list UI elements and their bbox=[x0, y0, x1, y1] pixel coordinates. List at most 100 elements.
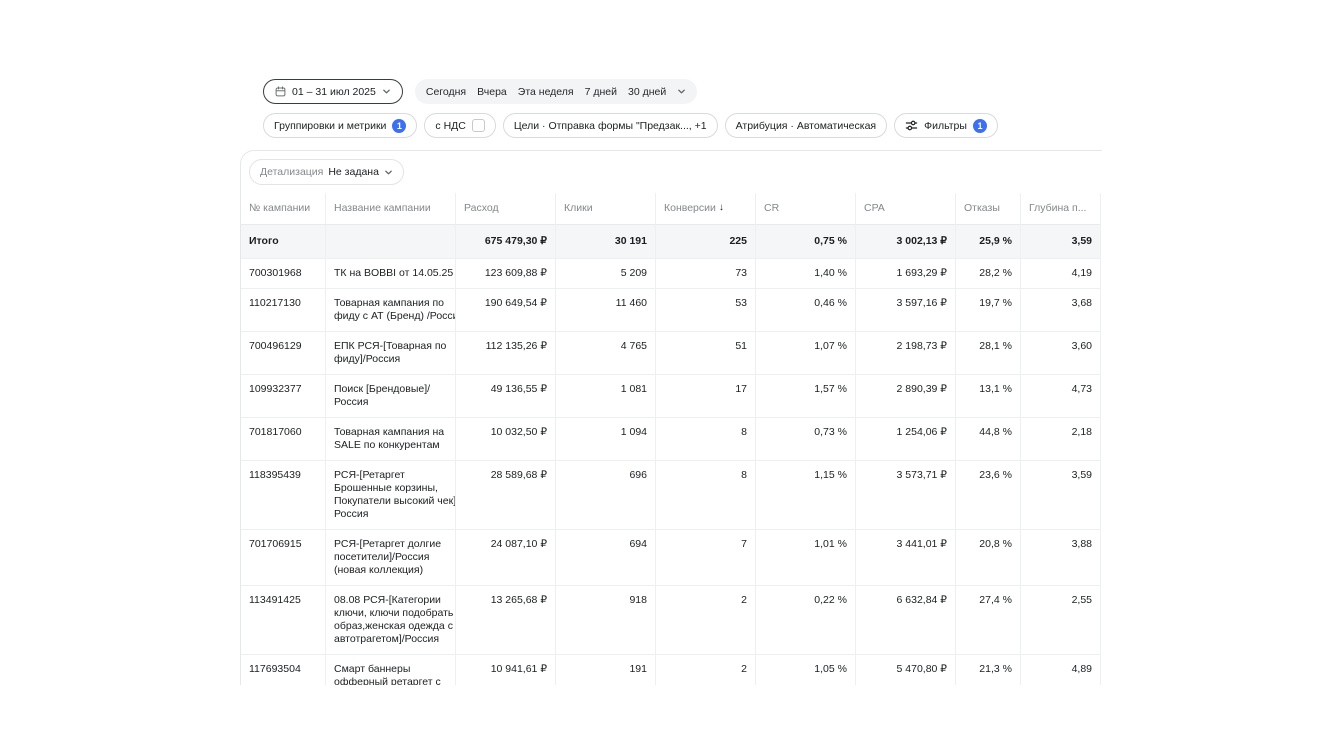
cell-bounce: 27,4 % bbox=[956, 586, 1021, 654]
cell-cost: 28 589,68 ₽ bbox=[456, 461, 556, 529]
quick-range-this-week[interactable]: Эта неделя bbox=[518, 86, 574, 98]
vat-toggle-pill[interactable]: с НДС bbox=[424, 113, 495, 138]
date-range-picker[interactable]: 01 – 31 июл 2025 bbox=[263, 79, 403, 104]
cell-id: 700301968 bbox=[241, 259, 326, 288]
cell-conversions: 51 bbox=[656, 332, 756, 374]
cell-conversions: 8 bbox=[656, 418, 756, 460]
table-body: Итого675 479,30 ₽30 1912250,75 %3 002,13… bbox=[241, 225, 1101, 685]
cell-conversions: 2 bbox=[656, 586, 756, 654]
table-row[interactable]: 117693504Смарт баннеры офферный ретаргет… bbox=[241, 655, 1101, 685]
column-header-bounce[interactable]: Отказы bbox=[956, 193, 1021, 225]
sliders-icon bbox=[905, 119, 918, 132]
column-header-name[interactable]: Название кампании bbox=[326, 193, 456, 225]
table-row[interactable]: 701817060Товарная кампания на SALE по ко… bbox=[241, 418, 1101, 461]
cell-cpa: 3 002,13 ₽ bbox=[856, 225, 956, 258]
cell-cost: 24 087,10 ₽ bbox=[456, 530, 556, 585]
cell-clicks: 1 081 bbox=[556, 375, 656, 417]
attribution-selector-button[interactable]: Атрибуция · Автоматическая bbox=[725, 113, 888, 138]
column-header-cr[interactable]: CR bbox=[756, 193, 856, 225]
column-header-label: Конверсии bbox=[664, 202, 716, 215]
attribution-label: Атрибуция · Автоматическая bbox=[736, 120, 877, 132]
table-row[interactable]: 700496129ЕПК РСЯ-[Товарная по фиду]/Росс… bbox=[241, 332, 1101, 375]
cell-id: 117693504 bbox=[241, 655, 326, 685]
cell-clicks: 696 bbox=[556, 461, 656, 529]
cell-id: 109932377 bbox=[241, 375, 326, 417]
cell-clicks: 11 460 bbox=[556, 289, 656, 331]
column-header-depth[interactable]: Глубина п... bbox=[1021, 193, 1101, 225]
quick-range-today[interactable]: Сегодня bbox=[426, 86, 466, 98]
cell-cr: 1,05 % bbox=[756, 655, 856, 685]
cell-name: Товарная кампания на SALE по конкурентам bbox=[326, 418, 456, 460]
cell-name: ТК на BOBBI от 14.05.25 bbox=[326, 259, 456, 288]
cell-id: 110217130 bbox=[241, 289, 326, 331]
cell-name: Смарт баннеры офферный ретаргет с bbox=[326, 655, 456, 685]
yandex-direct-statistics-page: 01 – 31 июл 2025 Сегодня Вчера Эта недел… bbox=[0, 0, 1340, 754]
quick-range-30-days[interactable]: 30 дней bbox=[628, 86, 666, 98]
cell-id: 701817060 bbox=[241, 418, 326, 460]
vat-checkbox[interactable] bbox=[472, 119, 485, 132]
cell-cr: 0,22 % bbox=[756, 586, 856, 654]
cell-depth: 2,18 bbox=[1021, 418, 1101, 460]
column-header-label: CR bbox=[764, 202, 779, 215]
cell-conversions: 17 bbox=[656, 375, 756, 417]
cell-name: ЕПК РСЯ-[Товарная по фиду]/Россия bbox=[326, 332, 456, 374]
column-header-cost[interactable]: Расход bbox=[456, 193, 556, 225]
detalization-selector[interactable]: Детализация Не задана bbox=[249, 159, 404, 185]
cell-cr: 1,40 % bbox=[756, 259, 856, 288]
groupings-count-badge: 1 bbox=[392, 119, 406, 133]
cell-bounce: 28,2 % bbox=[956, 259, 1021, 288]
table-row[interactable]: 118395439РСЯ-[Ретаргет Брошенные корзины… bbox=[241, 461, 1101, 530]
table-row[interactable]: 110217130Товарная кампания по фиду с АТ … bbox=[241, 289, 1101, 332]
cell-cr: 0,46 % bbox=[756, 289, 856, 331]
cell-name bbox=[326, 225, 456, 258]
cell-depth: 4,19 bbox=[1021, 259, 1101, 288]
column-header-clicks[interactable]: Клики bbox=[556, 193, 656, 225]
table-row[interactable]: 700301968ТК на BOBBI от 14.05.25123 609,… bbox=[241, 259, 1101, 289]
column-header-label: Название кампании bbox=[334, 202, 431, 215]
table-row[interactable]: 11349142508.08 РСЯ-[Категории ключи, клю… bbox=[241, 586, 1101, 655]
cell-clicks: 694 bbox=[556, 530, 656, 585]
filters-button[interactable]: Фильтры 1 bbox=[894, 113, 998, 138]
cell-name: 08.08 РСЯ-[Категории ключи, ключи подобр… bbox=[326, 586, 456, 654]
cell-depth: 3,68 bbox=[1021, 289, 1101, 331]
cell-id: Итого bbox=[241, 225, 326, 258]
column-header-label: CPA bbox=[864, 202, 885, 215]
detalization-label: Детализация bbox=[260, 166, 323, 178]
cell-cpa: 6 632,84 ₽ bbox=[856, 586, 956, 654]
cell-cost: 675 479,30 ₽ bbox=[456, 225, 556, 258]
filters-label: Фильтры bbox=[924, 120, 967, 132]
cell-cr: 1,15 % bbox=[756, 461, 856, 529]
cell-clicks: 918 bbox=[556, 586, 656, 654]
groupings-metrics-button[interactable]: Группировки и метрики 1 bbox=[263, 113, 417, 138]
table-row[interactable]: 701706915РСЯ-[Ретаргет долгие посетители… bbox=[241, 530, 1101, 586]
cell-depth: 4,73 bbox=[1021, 375, 1101, 417]
cell-id: 700496129 bbox=[241, 332, 326, 374]
sort-desc-icon: ↓ bbox=[719, 202, 724, 214]
total-row[interactable]: Итого675 479,30 ₽30 1912250,75 %3 002,13… bbox=[241, 225, 1101, 259]
cell-name: Поиск [Брендовые]/ Россия bbox=[326, 375, 456, 417]
column-header-label: Клики bbox=[564, 202, 593, 215]
cell-depth: 3,59 bbox=[1021, 461, 1101, 529]
goals-label: Цели · Отправка формы "Предзак..., +1 bbox=[514, 120, 707, 132]
cell-depth: 4,89 bbox=[1021, 655, 1101, 685]
cell-cpa: 2 198,73 ₽ bbox=[856, 332, 956, 374]
column-header-cpa[interactable]: CPA bbox=[856, 193, 956, 225]
vat-label: с НДС bbox=[435, 120, 465, 132]
cell-bounce: 25,9 % bbox=[956, 225, 1021, 258]
detalization-bar: Детализация Не задана bbox=[249, 159, 1102, 185]
cell-depth: 3,60 bbox=[1021, 332, 1101, 374]
date-controls-row: 01 – 31 июл 2025 Сегодня Вчера Эта недел… bbox=[263, 79, 998, 104]
quick-range-7-days[interactable]: 7 дней bbox=[585, 86, 617, 98]
column-header-id[interactable]: № кампании bbox=[241, 193, 326, 225]
quick-range-yesterday[interactable]: Вчера bbox=[477, 86, 507, 98]
cell-bounce: 44,8 % bbox=[956, 418, 1021, 460]
table-header-row: № кампании Название кампании Расход Клики Ко… bbox=[241, 193, 1101, 225]
chevron-down-icon[interactable] bbox=[677, 87, 686, 96]
cell-conversions: 73 bbox=[656, 259, 756, 288]
calendar-icon bbox=[275, 86, 286, 97]
date-range-label: 01 – 31 июл 2025 bbox=[292, 86, 376, 98]
column-header-conversions[interactable]: Конверсии↓ bbox=[656, 193, 756, 225]
goals-selector-button[interactable]: Цели · Отправка формы "Предзак..., +1 bbox=[503, 113, 718, 138]
cell-cr: 0,73 % bbox=[756, 418, 856, 460]
table-row[interactable]: 109932377Поиск [Брендовые]/ Россия49 136… bbox=[241, 375, 1101, 418]
